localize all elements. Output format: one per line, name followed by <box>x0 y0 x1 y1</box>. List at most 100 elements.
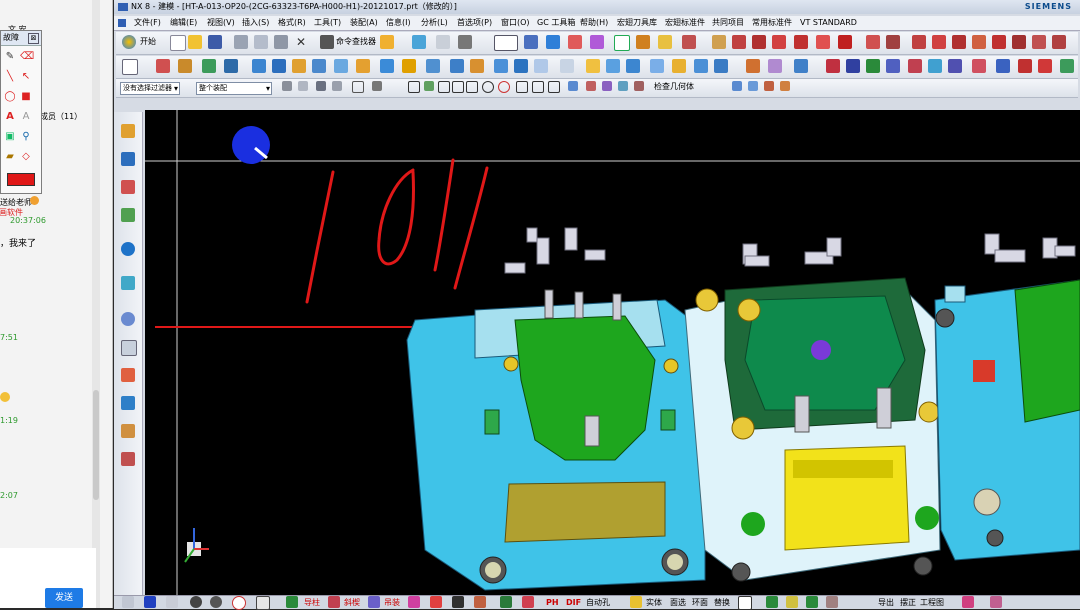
clamp-icon[interactable] <box>1038 59 1052 73</box>
dimension-icon[interactable] <box>636 35 650 49</box>
binoculars-icon[interactable] <box>320 35 334 49</box>
filter-bottom-icon[interactable] <box>166 596 178 608</box>
process-studio-icon[interactable] <box>121 368 135 382</box>
wcs-icon[interactable] <box>682 35 696 49</box>
pattern-icon[interactable] <box>494 59 508 73</box>
offset-icon[interactable] <box>794 35 808 49</box>
menu-tool-library[interactable]: 宏翅刀具库 <box>617 16 657 30</box>
cone-icon[interactable] <box>292 59 306 73</box>
select-all-icon[interactable] <box>316 81 326 91</box>
screw-icon[interactable] <box>912 35 926 49</box>
snap-quadrant-icon[interactable] <box>482 81 494 93</box>
lift-label[interactable]: 吊装 <box>384 596 400 609</box>
menu-window[interactable]: 窗口(O) <box>501 16 530 30</box>
pin-icon[interactable] <box>932 35 946 49</box>
snap-point-icon[interactable] <box>614 35 630 51</box>
brush-icon[interactable] <box>826 596 838 608</box>
snap-existing-point-icon[interactable] <box>498 81 510 93</box>
snap-center-icon[interactable] <box>466 81 478 93</box>
save-icon[interactable] <box>208 35 222 49</box>
measure-icon[interactable] <box>658 35 672 49</box>
list-icon[interactable] <box>500 596 512 608</box>
paste-icon[interactable] <box>274 35 288 49</box>
manufacturing-wizard-icon[interactable] <box>121 396 135 410</box>
revolve-icon[interactable] <box>178 59 192 73</box>
patch-icon[interactable] <box>672 59 686 73</box>
ellipse-icon[interactable]: ◯ <box>4 91 16 103</box>
check-green-icon[interactable] <box>766 596 778 608</box>
menu-edit[interactable]: 编辑(E) <box>170 16 197 30</box>
extract-icon[interactable] <box>626 59 640 73</box>
export-label[interactable]: 导出 <box>878 596 894 609</box>
menu-information[interactable]: 信息(I) <box>386 16 411 30</box>
edit-object-icon[interactable] <box>380 35 394 49</box>
rectangle-icon[interactable]: ■ <box>20 91 32 103</box>
arrow-icon[interactable]: ↖ <box>20 71 32 83</box>
wedge-label[interactable]: 斜楔 <box>344 596 360 609</box>
snap-bounded-icon[interactable] <box>548 81 560 93</box>
target-icon[interactable] <box>1012 35 1026 49</box>
spring-icon[interactable] <box>972 35 986 49</box>
block-icon[interactable] <box>252 59 266 73</box>
menu-common-items[interactable]: 共同项目 <box>712 16 744 30</box>
menu-standard-parts[interactable]: 宏翅标准件 <box>665 16 705 30</box>
menu-assemblies[interactable]: 装配(A) <box>350 16 378 30</box>
roles-icon[interactable] <box>121 424 135 438</box>
boolean-icon[interactable] <box>334 59 348 73</box>
offset-face-icon[interactable] <box>534 59 548 73</box>
ring-face-label[interactable]: 环面 <box>692 596 708 609</box>
section-icon[interactable] <box>546 35 560 49</box>
trim-icon[interactable] <box>752 35 766 49</box>
render-style-combo[interactable] <box>494 35 518 51</box>
stripper-icon[interactable] <box>908 59 922 73</box>
extrude-icon[interactable] <box>156 59 170 73</box>
eraser-icon[interactable]: ⌫ <box>20 51 34 63</box>
shell-icon[interactable] <box>450 59 464 73</box>
explode-icon[interactable] <box>794 59 808 73</box>
open-folder-icon[interactable] <box>188 35 202 49</box>
menu-file[interactable]: 文件(F) <box>134 16 161 30</box>
auto-hole-label[interactable]: 自动孔 <box>586 596 610 609</box>
t-slot-icon[interactable] <box>846 59 860 73</box>
font-size-icon[interactable]: A <box>20 111 32 123</box>
zoom-fit-icon[interactable] <box>712 35 726 49</box>
line-icon[interactable]: ╲ <box>4 71 16 83</box>
deselect-icon[interactable] <box>332 81 342 91</box>
constraint-navigator-icon[interactable] <box>121 180 135 194</box>
replace-face-icon[interactable] <box>650 59 664 73</box>
move-face-icon[interactable] <box>560 59 574 73</box>
insert-icon[interactable] <box>430 596 442 608</box>
export-report-icon[interactable] <box>780 81 790 91</box>
thread-icon[interactable] <box>886 35 900 49</box>
hide-icon[interactable] <box>458 35 472 49</box>
curve-icon[interactable] <box>732 35 746 49</box>
snap-intersection-icon[interactable] <box>452 81 464 93</box>
history-icon[interactable] <box>121 276 135 290</box>
nx-menu-icon[interactable] <box>118 19 126 27</box>
part-icon[interactable] <box>286 596 298 608</box>
spring-part-icon[interactable] <box>972 59 986 73</box>
start-menu-label[interactable]: 开始 <box>140 36 156 47</box>
constraint-icon[interactable] <box>768 59 782 73</box>
start-icon[interactable] <box>122 35 136 49</box>
snap-control-icon[interactable] <box>438 81 450 93</box>
lasso-icon[interactable] <box>372 81 382 91</box>
command-finder-label[interactable]: 命令查找器 <box>336 36 376 47</box>
copy-icon[interactable] <box>254 35 268 49</box>
layer-icon[interactable] <box>436 35 450 49</box>
reuse-library-icon[interactable] <box>121 208 135 222</box>
cut-icon[interactable] <box>234 35 248 49</box>
menu-common-parts[interactable]: 常用标准件 <box>752 16 792 30</box>
warn-icon[interactable] <box>474 596 486 608</box>
report-icon[interactable] <box>764 81 774 91</box>
link-icon[interactable] <box>602 81 612 91</box>
color-swatch[interactable] <box>7 173 35 186</box>
solid-icon[interactable] <box>630 596 642 608</box>
move-component-icon[interactable] <box>746 59 760 73</box>
part-navigator-icon[interactable] <box>121 124 135 138</box>
split-icon[interactable] <box>380 59 394 73</box>
folder-icon[interactable]: ▰ <box>4 151 16 163</box>
menu-analysis[interactable]: 分析(L) <box>421 16 448 30</box>
check-geometry-label[interactable]: 检查几何体 <box>654 81 694 92</box>
replace-label[interactable]: 替换 <box>714 596 730 609</box>
